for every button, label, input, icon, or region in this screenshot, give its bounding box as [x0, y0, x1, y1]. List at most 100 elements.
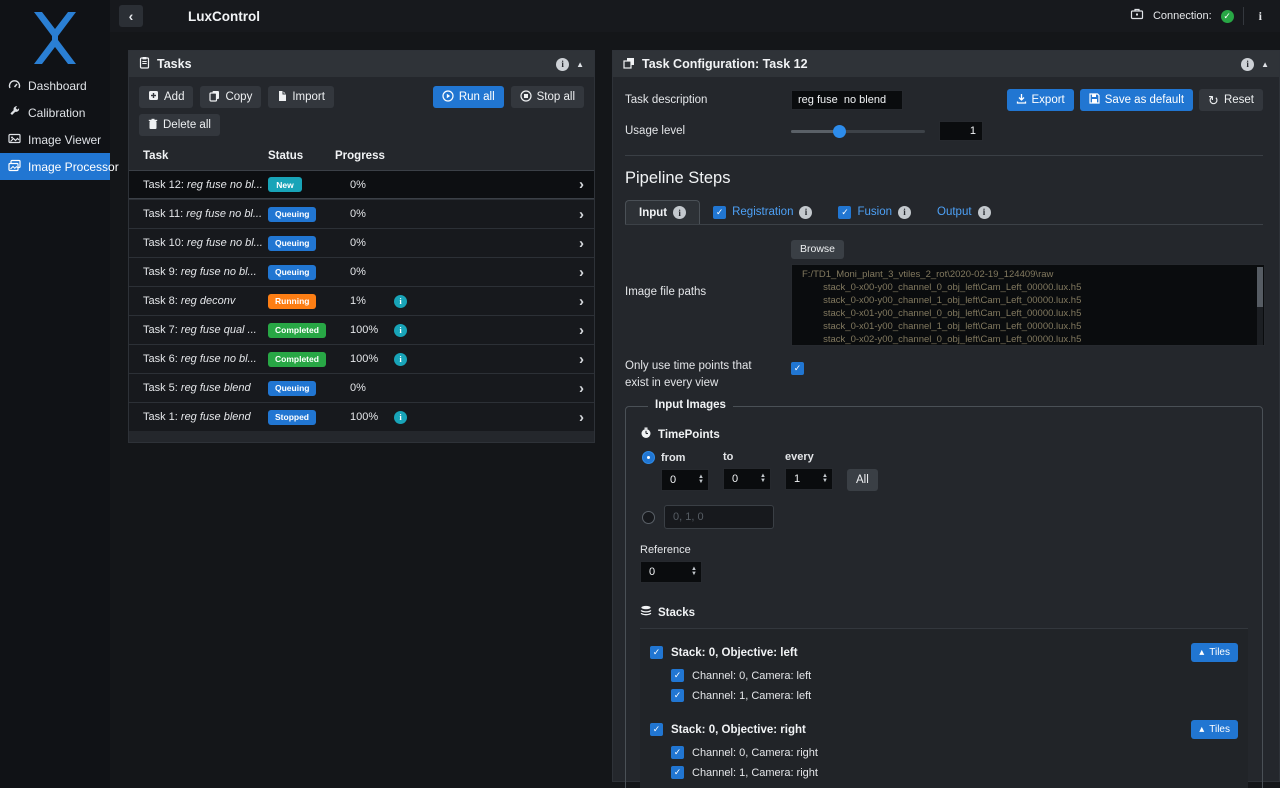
task-info-icon[interactable]: i — [394, 295, 407, 308]
image-file-paths-box[interactable]: F:/TD1_Moni_plant_3_vtiles_2_rot\2020-02… — [791, 264, 1265, 346]
stack-checkbox[interactable]: ✓ — [650, 723, 663, 736]
task-row[interactable]: Task 6: reg fuse no bl... Completed 100%… — [129, 344, 594, 373]
only-use-timepoints-checkbox[interactable]: ✓ — [791, 362, 804, 375]
chevron-right-icon[interactable]: › — [579, 177, 584, 192]
file-path-line: F:/TD1_Moni_plant_3_vtiles_2_rot\2020-02… — [802, 268, 1254, 281]
collapse-caret-icon[interactable]: ▲ — [576, 60, 584, 69]
registration-checkbox[interactable]: ✓ — [713, 206, 726, 219]
channel-checkbox[interactable]: ✓ — [671, 689, 684, 702]
chevron-right-icon[interactable]: › — [579, 294, 584, 309]
progress-value: 1% — [350, 295, 394, 307]
spinner-icon[interactable]: ▲▼ — [698, 475, 708, 485]
tab-input[interactable]: Input i — [625, 200, 700, 224]
config-panel-title: Task Configuration: Task 12 — [642, 57, 808, 71]
connection-ok-icon: ✓ — [1221, 10, 1234, 23]
sidebar-item-label: Calibration — [28, 106, 85, 120]
task-row[interactable]: Task 11: reg fuse no bl... Queuing 0% › — [129, 199, 594, 228]
sidebar-item-image-viewer[interactable]: Image Viewer — [0, 126, 110, 153]
info-icon[interactable]: i — [799, 206, 812, 219]
channel-checkbox[interactable]: ✓ — [671, 746, 684, 759]
info-menu-button[interactable]: i — [1253, 9, 1268, 24]
export-button[interactable]: Export — [1007, 89, 1074, 111]
tiles-button[interactable]: ▴ Tiles — [1191, 720, 1238, 739]
scrollbar[interactable] — [1257, 267, 1263, 345]
usage-level-slider[interactable] — [791, 124, 925, 138]
task-name: Task 6: reg fuse no bl... — [143, 353, 268, 365]
task-row[interactable]: Task 1: reg fuse blend Stopped 100% i › — [129, 402, 594, 431]
all-timepoints-button[interactable]: All — [847, 469, 878, 491]
task-row[interactable]: Task 12: reg fuse no bl... New 0% › — [129, 170, 594, 199]
task-description-input[interactable] — [791, 90, 903, 110]
info-icon[interactable]: i — [1241, 58, 1254, 71]
info-icon[interactable]: i — [556, 58, 569, 71]
collapse-caret-icon[interactable]: ▲ — [1261, 60, 1269, 69]
task-row[interactable]: Task 8: reg deconv Running 1% i › — [129, 286, 594, 315]
info-icon[interactable]: i — [898, 206, 911, 219]
slider-thumb[interactable] — [833, 125, 846, 138]
tab-registration[interactable]: ✓ Registration i — [700, 200, 825, 224]
import-task-label: Import — [292, 91, 325, 103]
stack-checkbox[interactable]: ✓ — [650, 646, 663, 659]
status-badge: Running — [268, 294, 316, 309]
chevron-right-icon[interactable]: › — [579, 352, 584, 367]
import-task-button[interactable]: Import — [268, 86, 334, 108]
reset-button[interactable]: ↻ Reset — [1199, 89, 1263, 111]
timepoints-list-radio[interactable] — [642, 511, 655, 524]
channel-checkbox[interactable]: ✓ — [671, 669, 684, 682]
sidebar-item-calibration[interactable]: Calibration — [0, 99, 110, 126]
chevron-right-icon[interactable]: › — [579, 323, 584, 338]
from-input[interactable]: 0 ▲▼ — [661, 469, 709, 491]
timepoints-list-input[interactable] — [664, 505, 774, 529]
export-icon — [1016, 93, 1027, 107]
tab-label: Fusion — [857, 206, 892, 218]
stop-all-button[interactable]: Stop all — [511, 86, 584, 108]
task-config-panel: Task Configuration: Task 12 i ▲ Task des… — [612, 50, 1280, 782]
tab-output[interactable]: Output i — [924, 200, 1004, 224]
chevron-right-icon[interactable]: › — [579, 236, 584, 251]
spinner-icon[interactable]: ▲▼ — [822, 474, 832, 484]
task-row[interactable]: Task 10: reg fuse no bl... Queuing 0% › — [129, 228, 594, 257]
info-icon[interactable]: i — [673, 206, 686, 219]
chevron-right-icon[interactable]: › — [579, 410, 584, 425]
sidebar-item-dashboard[interactable]: Dashboard — [0, 72, 110, 99]
task-info-icon[interactable]: i — [394, 411, 407, 424]
sidebar-item-image-processor[interactable]: Image Processor — [0, 153, 110, 180]
task-row[interactable]: Task 5: reg fuse blend Queuing 0% › — [129, 373, 594, 402]
config-panel-header: Task Configuration: Task 12 i ▲ — [613, 51, 1279, 77]
task-row[interactable]: Task 7: reg fuse qual ... Completed 100%… — [129, 315, 594, 344]
timepoints-reference-select[interactable]: 0 ▲▼ — [640, 561, 702, 583]
task-name: Task 1: reg fuse blend — [143, 411, 268, 423]
usage-level-input[interactable] — [939, 121, 983, 141]
info-icon[interactable]: i — [978, 206, 991, 219]
copy-task-button[interactable]: Copy — [200, 86, 261, 108]
tab-label: Input — [639, 207, 667, 219]
add-task-button[interactable]: Add — [139, 86, 193, 108]
pipeline-steps-heading: Pipeline Steps — [625, 169, 1263, 188]
clipboard-icon — [139, 56, 150, 72]
chevron-right-icon[interactable]: › — [579, 207, 584, 222]
timepoints-range-radio[interactable] — [642, 451, 655, 464]
status-badge: Queuing — [268, 236, 316, 251]
tiles-button[interactable]: ▴ Tiles — [1191, 643, 1238, 662]
every-input[interactable]: 1 ▲▼ — [785, 468, 833, 490]
save-as-default-button[interactable]: Save as default — [1080, 89, 1193, 111]
task-info-icon[interactable]: i — [394, 324, 407, 337]
chevron-right-icon[interactable]: › — [579, 381, 584, 396]
image-file-paths-label: Image file paths — [625, 286, 791, 298]
to-input[interactable]: 0 ▲▼ — [723, 468, 771, 490]
delete-all-button[interactable]: Delete all — [139, 114, 220, 136]
fusion-checkbox[interactable]: ✓ — [838, 206, 851, 219]
file-import-icon — [277, 90, 287, 105]
task-row[interactable]: Task 9: reg fuse no bl... Queuing 0% › — [129, 257, 594, 286]
spinner-icon[interactable]: ▲▼ — [760, 474, 770, 484]
chevron-right-icon[interactable]: › — [579, 265, 584, 280]
task-info-icon[interactable]: i — [394, 353, 407, 366]
channel-checkbox[interactable]: ✓ — [671, 766, 684, 779]
run-all-button[interactable]: Run all — [433, 86, 504, 108]
clone-icon — [623, 57, 635, 72]
back-button[interactable]: ‹ — [119, 5, 143, 27]
browse-button[interactable]: Browse — [791, 240, 844, 259]
task-name: Task 5: reg fuse blend — [143, 382, 268, 394]
task-name: Task 12: reg fuse no bl... — [143, 179, 268, 191]
tab-fusion[interactable]: ✓ Fusion i — [825, 200, 924, 224]
